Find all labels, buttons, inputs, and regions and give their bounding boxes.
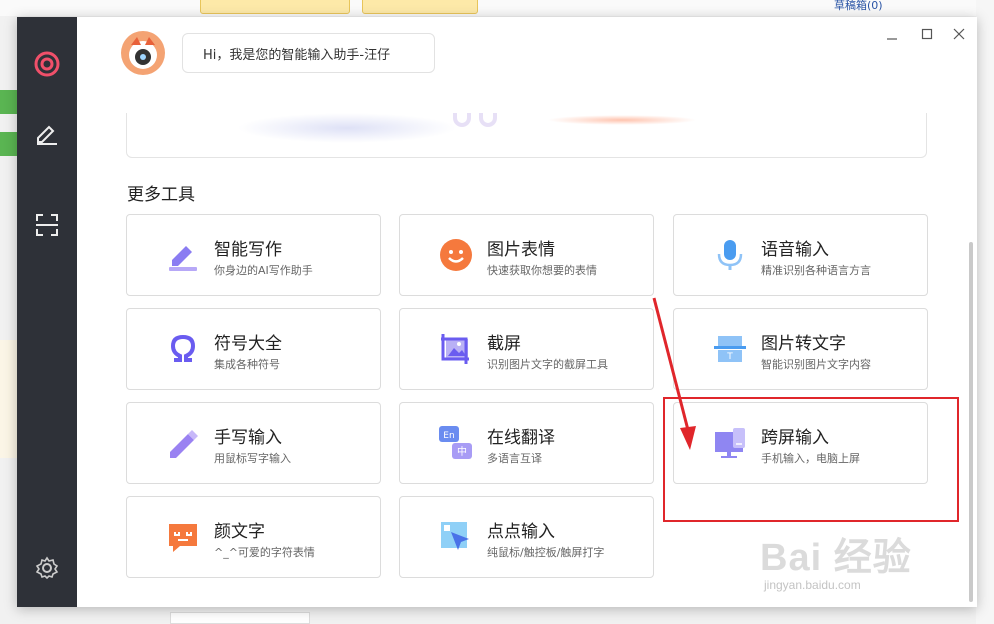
watermark-title: Bai 经验 xyxy=(760,537,912,579)
watermark-url: jingyan.baidu.com xyxy=(764,578,861,592)
baidu-watermark: Bai 经验 jingyan.baidu.com xyxy=(760,522,970,602)
highlight-box xyxy=(663,397,959,522)
